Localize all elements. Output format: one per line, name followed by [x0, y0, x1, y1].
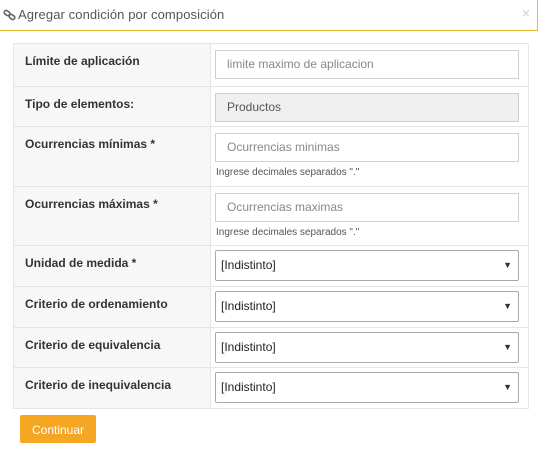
row-limite-aplicacion: Límite de aplicación limite maximo de ap…: [14, 44, 528, 86]
field-label: Unidad de medida *: [14, 246, 211, 286]
ocurrencias-maximas-input[interactable]: Ocurrencias maximas: [215, 193, 519, 222]
row-criterio-ordenamiento: Criterio de ordenamiento [Indistinto] ▼: [14, 286, 528, 327]
select-value: [Indistinto]: [221, 299, 276, 313]
limite-aplicacion-input[interactable]: limite maximo de aplicacion: [215, 50, 519, 79]
select-value: [Indistinto]: [221, 380, 276, 394]
field-hint: Ingrese decimales separados ".": [216, 227, 360, 238]
select-value: [Indistinto]: [221, 258, 276, 272]
chevron-down-icon: ▼: [503, 342, 512, 352]
field-label: Tipo de elementos:: [14, 87, 211, 126]
dialog: Agregar condición por composición × Lími…: [0, 0, 538, 458]
field-hint: Ingrese decimales separados ".": [216, 167, 360, 178]
close-icon[interactable]: ×: [522, 6, 530, 20]
field-label: Ocurrencias máximas *: [14, 187, 211, 245]
row-ocurrencias-maximas: Ocurrencias máximas * Ocurrencias maxima…: [14, 186, 528, 245]
field-label: Criterio de equivalencia: [14, 328, 211, 367]
chevron-down-icon: ▼: [503, 260, 512, 270]
row-criterio-equivalencia: Criterio de equivalencia [Indistinto] ▼: [14, 327, 528, 367]
continue-button[interactable]: Continuar: [20, 415, 96, 443]
select-value: [Indistinto]: [221, 340, 276, 354]
row-tipo-elementos: Tipo de elementos: Productos: [14, 86, 528, 126]
row-unidad-medida: Unidad de medida * [Indistinto] ▼: [14, 245, 528, 286]
field-label: Límite de aplicación: [14, 44, 211, 86]
ocurrencias-minimas-input[interactable]: Ocurrencias minimas: [215, 133, 519, 162]
field-label: Criterio de inequivalencia: [14, 368, 211, 408]
form-table: Límite de aplicación limite maximo de ap…: [13, 43, 529, 409]
row-ocurrencias-minimas: Ocurrencias mínimas * Ocurrencias minima…: [14, 126, 528, 186]
dialog-title: Agregar condición por composición: [18, 7, 225, 22]
field-label: Criterio de ordenamiento: [14, 287, 211, 327]
criterio-equivalencia-select[interactable]: [Indistinto] ▼: [215, 332, 519, 363]
field-label: Ocurrencias mínimas *: [14, 127, 211, 186]
criterio-ordenamiento-select[interactable]: [Indistinto] ▼: [215, 291, 519, 322]
chevron-down-icon: ▼: [503, 301, 512, 311]
chevron-down-icon: ▼: [503, 382, 512, 392]
row-criterio-inequivalencia: Criterio de inequivalencia [Indistinto] …: [14, 367, 528, 408]
dialog-titlebar[interactable]: Agregar condición por composición ×: [0, 0, 538, 31]
link-icon: [3, 9, 16, 21]
unidad-medida-select[interactable]: [Indistinto] ▼: [215, 250, 519, 281]
criterio-inequivalencia-select[interactable]: [Indistinto] ▼: [215, 372, 519, 403]
tipo-elementos-field: Productos: [215, 93, 519, 122]
